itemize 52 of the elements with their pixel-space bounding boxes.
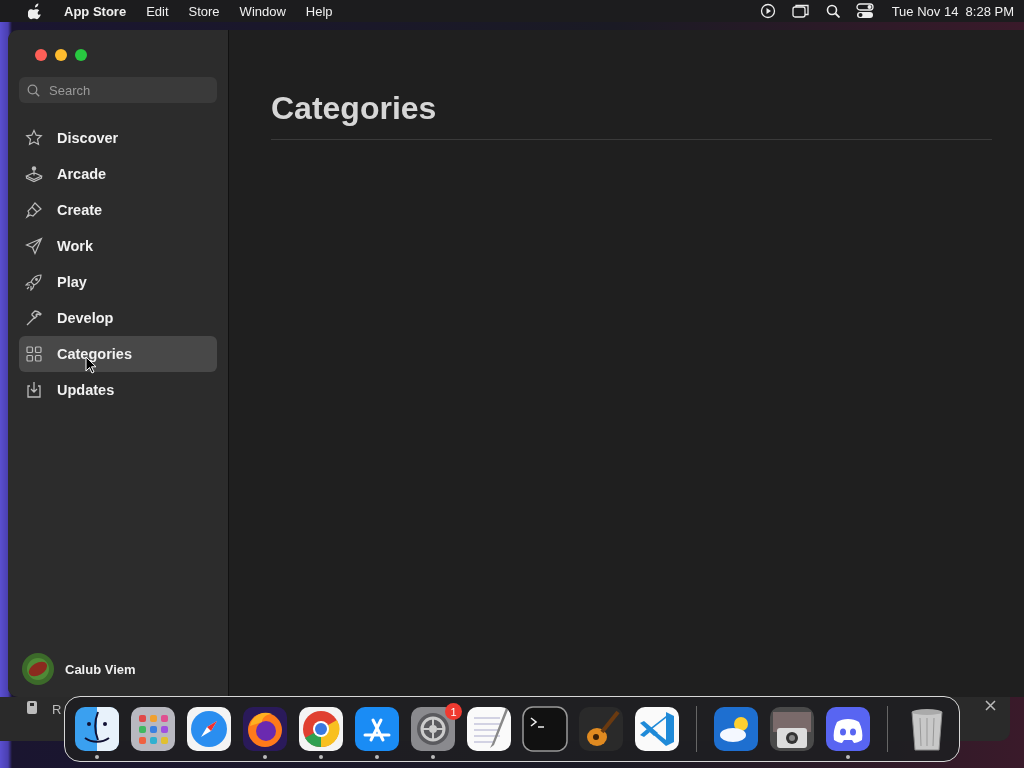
control-center-icon[interactable]: [855, 3, 874, 19]
search-field[interactable]: Search: [19, 77, 217, 103]
window-title: R: [52, 702, 62, 717]
page-title: Categories: [271, 90, 992, 140]
search-icon[interactable]: [825, 4, 840, 18]
rocket-icon: [25, 273, 43, 291]
sun-cloud-icon[interactable]: [713, 706, 759, 752]
chrome-logo-icon[interactable]: [298, 706, 344, 752]
account-name[interactable]: Calub Viem: [65, 661, 136, 677]
notepad-pen-icon[interactable]: [466, 706, 512, 752]
minimize-button[interactable]: [55, 49, 67, 61]
sidebar-item[interactable]: Develop: [19, 300, 217, 336]
joystick-icon: [25, 165, 43, 183]
gear-icon[interactable]: [410, 706, 456, 752]
paper-plane-icon: [25, 237, 43, 255]
finder-face-icon[interactable]: [74, 706, 120, 752]
app-store-icon[interactable]: [354, 706, 400, 752]
fox-globe-icon[interactable]: [242, 706, 288, 752]
menu-item[interactable]: Help: [295, 3, 343, 19]
apple-logo-icon: [28, 2, 42, 20]
sidebar-item[interactable]: Arcade: [19, 156, 217, 192]
windows-icon[interactable]: [791, 3, 810, 19]
grid-icon: [25, 345, 43, 363]
hammer-icon: [25, 309, 43, 327]
document-icon: [26, 700, 38, 715]
notification-badge: 1: [445, 703, 462, 720]
compass-icon[interactable]: [186, 706, 232, 752]
search-icon: [27, 84, 40, 97]
close-button[interactable]: [35, 49, 47, 61]
guitar-icon[interactable]: [578, 706, 624, 752]
zoom-button[interactable]: [75, 49, 87, 61]
close-icon[interactable]: [985, 700, 996, 711]
sidebar-item[interactable]: Discover: [19, 120, 217, 156]
star-icon: [25, 129, 43, 147]
play-icon[interactable]: [759, 3, 776, 19]
menu-item[interactable]: Edit: [136, 3, 179, 19]
sidebar-item[interactable]: Create: [19, 192, 217, 228]
sidebar-item[interactable]: Updates: [19, 372, 217, 408]
download-icon: [25, 381, 43, 399]
camera-icon[interactable]: [769, 706, 815, 752]
avatar: [21, 652, 55, 686]
terminal-icon[interactable]: [522, 706, 568, 752]
sidebar-item[interactable]: Work: [19, 228, 217, 264]
menu-item[interactable]: Store: [178, 3, 230, 19]
menu-item[interactable]: Window: [229, 3, 296, 19]
app-menu[interactable]: App Store: [54, 3, 137, 19]
sidebar-item[interactable]: Categories: [19, 336, 217, 372]
app-grid-icon[interactable]: [130, 706, 176, 752]
brush-icon: [25, 201, 43, 219]
sidebar-item[interactable]: Play: [19, 264, 217, 300]
clock[interactable]: Tue Nov 14 8:28 PM: [881, 3, 1014, 19]
code-editor-icon[interactable]: [634, 706, 680, 752]
